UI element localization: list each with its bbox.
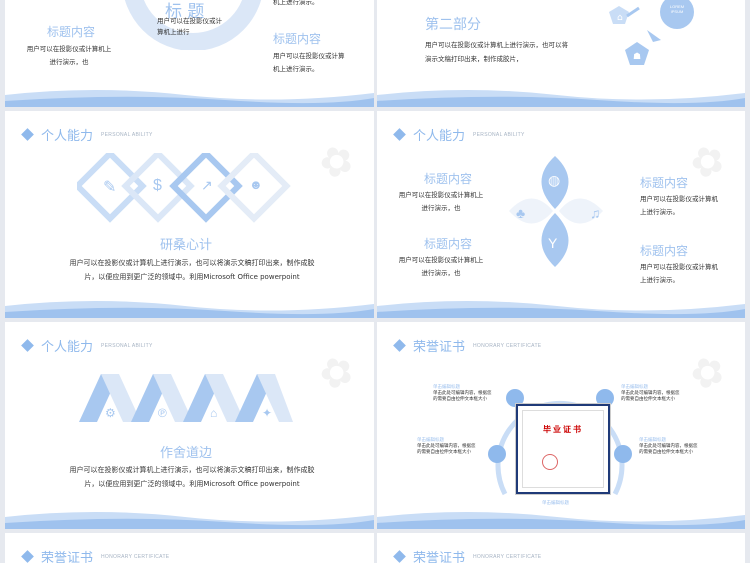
- edit-icon: ✎: [103, 179, 117, 196]
- section-title: 第二部分: [425, 17, 481, 33]
- watermark: ✿: [683, 345, 734, 401]
- slide-header: 荣誉证书 HONORARY CERTIFICATE: [21, 547, 170, 563]
- item-3-body: 用户可以在投影仪或计算机上进行演示。: [640, 195, 718, 216]
- slide-6: ✿ 荣誉证书 HONORARY CERTIFICATE 毕业证书 单击编辑标题 …: [377, 322, 745, 529]
- diamond-icon: [21, 339, 34, 352]
- diamond-icon: [393, 550, 406, 563]
- item-2-title: 标题内容: [424, 237, 473, 251]
- label-1-title: 单击编辑标题: [433, 385, 460, 390]
- slide-8: 荣誉证书 HONORARY CERTIFICATE: [377, 533, 745, 563]
- music-note-icon: ♫: [590, 205, 601, 221]
- cocktail-icon: Y: [548, 235, 558, 251]
- top-right-partial: 机上进行演示。: [273, 0, 319, 6]
- svg-text:☗: ☗: [633, 52, 641, 62]
- slide-body: 用户可以在投影仪或计算机上进行演示，也可以将演示文稿打印出来，制作成胶片，以便应…: [69, 466, 315, 488]
- slide-header: 荣誉证书 HONORARY CERTIFICATE: [393, 336, 542, 355]
- right-title: 标题内容: [273, 32, 322, 46]
- basketball-icon: ◍: [548, 172, 561, 188]
- diamond-icon: [21, 128, 34, 141]
- diamond-icon: [393, 128, 406, 141]
- left-title: 标题内容: [47, 25, 96, 39]
- header-title: 个人能力: [41, 129, 94, 144]
- slide-3: ✿ 个人能力 PERSONAL ABILITY ✎ $ ↗ ☻ 研桑心计 用户可…: [5, 111, 374, 318]
- label-3-body: 单击此处可编辑内容，根据您的需要自由拉伸文本框大小: [417, 444, 476, 455]
- label-3-title: 单击编辑标题: [417, 438, 444, 443]
- label-2-body: 单击此处可编辑内容，根据您的需要自由拉伸文本框大小: [621, 391, 680, 402]
- bottom-wave: [5, 301, 374, 318]
- bottom-wave: [377, 301, 745, 318]
- home-icon: ⌂: [210, 406, 218, 420]
- watermark: ✿: [312, 134, 363, 190]
- diamond-icon: [393, 339, 406, 352]
- item-4-title: 标题内容: [640, 244, 689, 258]
- slide-5: ✿ 个人能力 PERSONAL ABILITY ⚙ ℗ ⌂ ✦ 作舍道边 用户可…: [5, 322, 374, 529]
- item-4-body: 用户可以在投影仪或计算机上进行演示。: [640, 263, 718, 284]
- item-2-body: 用户可以在投影仪或计算机上进行演示，也: [398, 256, 484, 277]
- team-icon: ☻: [249, 177, 263, 192]
- pinterest-icon: ℗: [158, 406, 167, 420]
- watermark: ✿: [683, 134, 734, 190]
- pentagon-graphic: ⌂ ☗: [609, 0, 694, 65]
- slide-header: 荣誉证书 HONORARY CERTIFICATE: [393, 547, 542, 563]
- slide-4: ✿ 个人能力 PERSONAL ABILITY ◍ ♣ ♫ Y 标题内容 用户可…: [377, 111, 745, 318]
- money-bag-icon: $: [153, 177, 162, 194]
- right-body: 用户可以在投影仪或计算机上进行演示。: [273, 52, 345, 73]
- label-1-body: 单击此处可编辑内容，根据您的需要自由拉伸文本框大小: [433, 391, 492, 402]
- certificate-title: 毕业证书: [543, 424, 583, 434]
- header-title: 荣誉证书: [41, 551, 94, 563]
- item-3-title: 标题内容: [640, 176, 689, 190]
- bottom-wave: [5, 512, 374, 529]
- item-1-title: 标题内容: [424, 172, 473, 186]
- bottom-wave: [377, 512, 745, 529]
- slide-header: 个人能力 PERSONAL ABILITY: [21, 125, 153, 144]
- chart-up-icon: ↗: [201, 177, 213, 193]
- left-body: 用户可以在投影仪或计算机上进行演示，也: [26, 45, 112, 66]
- header-subtitle: PERSONAL ABILITY: [101, 131, 153, 138]
- header-subtitle: HONORARY CERTIFICATE: [473, 553, 542, 560]
- label-4-title: 单击编辑标题: [639, 438, 666, 443]
- slide-2: 第二部分 用户可以在投影仪或计算机上进行演示，也可以将演示文稿打印出来，制作成胶…: [377, 0, 745, 107]
- header-subtitle: PERSONAL ABILITY: [473, 131, 525, 138]
- gear-icon: ⚙: [105, 406, 116, 420]
- slide-1: 标 题 用户可以在投影仪或计算机上进行 标题内容 用户可以在投影仪或计算机上进行…: [5, 0, 374, 107]
- header-title: 个人能力: [41, 340, 94, 355]
- club-icon: ♣: [516, 205, 526, 221]
- bottom-wave: [377, 90, 745, 107]
- header-title: 个人能力: [413, 129, 466, 144]
- watermark: ✿: [312, 345, 363, 401]
- label-4-body: 单击此处可编辑内容，根据您的需要自由拉伸文本框大小: [639, 444, 698, 455]
- certificate-seal: [542, 454, 558, 470]
- slide-title: 研桑心计: [160, 238, 213, 253]
- header-subtitle: HONORARY CERTIFICATE: [101, 553, 170, 560]
- label-2-title: 单击编辑标题: [621, 385, 648, 390]
- slide-7: 荣誉证书 HONORARY CERTIFICATE: [5, 533, 374, 563]
- header-subtitle: HONORARY CERTIFICATE: [473, 342, 542, 349]
- header-title: 荣誉证书: [413, 551, 466, 563]
- bottom-wave: [5, 90, 374, 107]
- bottom-label: 单击编辑标题: [542, 501, 569, 506]
- slide-header: 个人能力 PERSONAL ABILITY: [393, 125, 525, 144]
- certificate-image: 毕业证书: [516, 404, 610, 494]
- twitter-icon: ✦: [262, 406, 273, 420]
- svg-text:⌂: ⌂: [617, 13, 623, 23]
- header-title: 荣誉证书: [413, 340, 466, 355]
- lorem-bubble-text: LOREM IPSUM: [669, 4, 685, 14]
- slide-title: 作舍道边: [160, 446, 213, 461]
- slide-header: 个人能力 PERSONAL ABILITY: [21, 336, 153, 355]
- slide-body: 用户可以在投影仪或计算机上进行演示，也可以将演示文稿打印出来，制作成胶片，以便应…: [69, 259, 315, 281]
- diamond-icon: [21, 550, 34, 563]
- item-1-body: 用户可以在投影仪或计算机上进行演示，也: [398, 191, 484, 212]
- header-subtitle: PERSONAL ABILITY: [101, 342, 153, 349]
- section-body: 用户可以在投影仪或计算机上进行演示，也可以将演示文稿打印出来，制作成胶片，: [425, 41, 568, 63]
- center-body: 用户可以在投影仪或计算机上进行: [157, 17, 222, 36]
